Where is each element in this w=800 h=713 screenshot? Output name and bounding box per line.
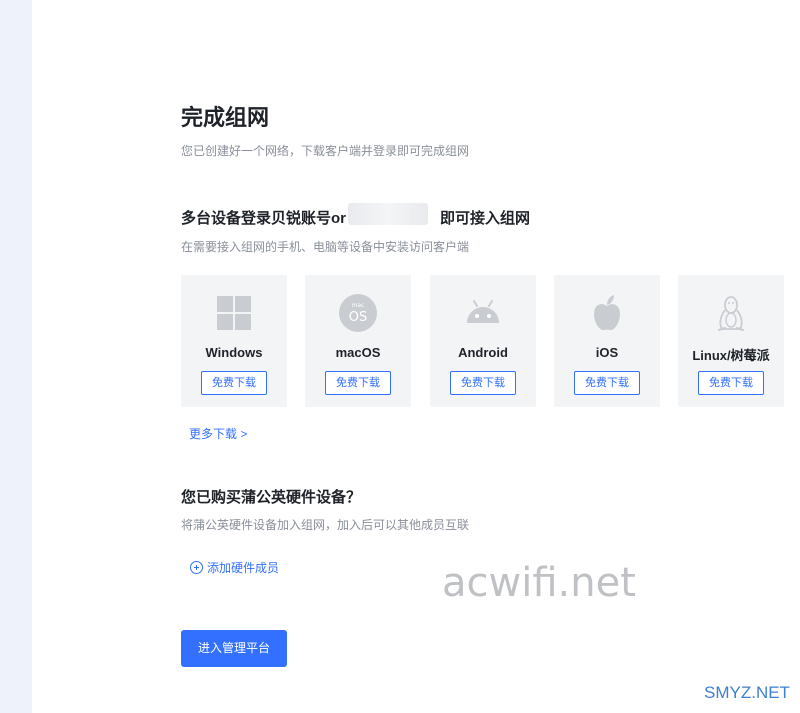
apple-icon: [594, 295, 620, 331]
platform-name: macOS: [335, 345, 381, 360]
enter-management-platform-button[interactable]: 进入管理平台: [181, 630, 287, 667]
hardware-title: 您已购买蒲公英硬件设备？: [181, 489, 362, 506]
download-button-macos[interactable]: 免费下载: [325, 371, 391, 395]
linux-icon: [718, 296, 744, 331]
platform-name: Linux/树莓派: [692, 348, 770, 363]
platform-name: Android: [458, 345, 508, 360]
download-button-ios[interactable]: 免费下载: [574, 371, 640, 395]
macos-icon: mac OS: [339, 294, 377, 332]
multi-device-title-prefix: 多台设备登录贝锐账号or: [181, 210, 347, 227]
platform-card-android: Android 免费下载: [430, 275, 536, 407]
add-hardware-member-button[interactable]: 添加硬件成员: [190, 559, 279, 576]
svg-text:mac: mac: [352, 302, 365, 309]
android-icon: [467, 300, 499, 323]
plus-circle-icon: [190, 561, 203, 574]
multi-device-title-suffix: 即可接入组网: [440, 210, 531, 227]
page-subtitle: 您已创建好一个网络，下载客户端并登录即可完成组网: [181, 144, 470, 158]
platform-card-ios: iOS 免费下载: [554, 275, 660, 407]
redaction-blur: [348, 203, 428, 225]
svg-text:OS: OS: [349, 310, 367, 325]
hardware-desc: 将蒲公英硬件设备加入组网，加入后可以其他成员互联: [181, 518, 470, 532]
platform-card-linux: Linux/树莓派 免费下载: [678, 275, 784, 407]
more-downloads-link[interactable]: 更多下载 >: [189, 425, 247, 442]
add-hardware-label: 添加硬件成员: [207, 561, 280, 575]
page-title: 完成组网: [181, 105, 270, 130]
download-button-android[interactable]: 免费下载: [450, 371, 516, 395]
watermark-acwifi: acwifi.net: [442, 560, 636, 606]
left-sidebar-strip: [0, 0, 32, 713]
download-button-windows[interactable]: 免费下载: [201, 371, 267, 395]
download-button-linux[interactable]: 免费下载: [698, 371, 764, 395]
platform-name: Windows: [205, 345, 263, 360]
platform-card-macos: mac OS macOS 免费下载: [305, 275, 411, 407]
windows-icon: [217, 296, 251, 330]
multi-device-desc: 在需要接入组网的手机、电脑等设备中安装访问客户端: [181, 240, 470, 254]
platform-card-windows: Windows 免费下载: [181, 275, 287, 407]
platform-name: iOS: [595, 345, 619, 360]
watermark-smyz: SMYZ.NET: [704, 683, 790, 702]
